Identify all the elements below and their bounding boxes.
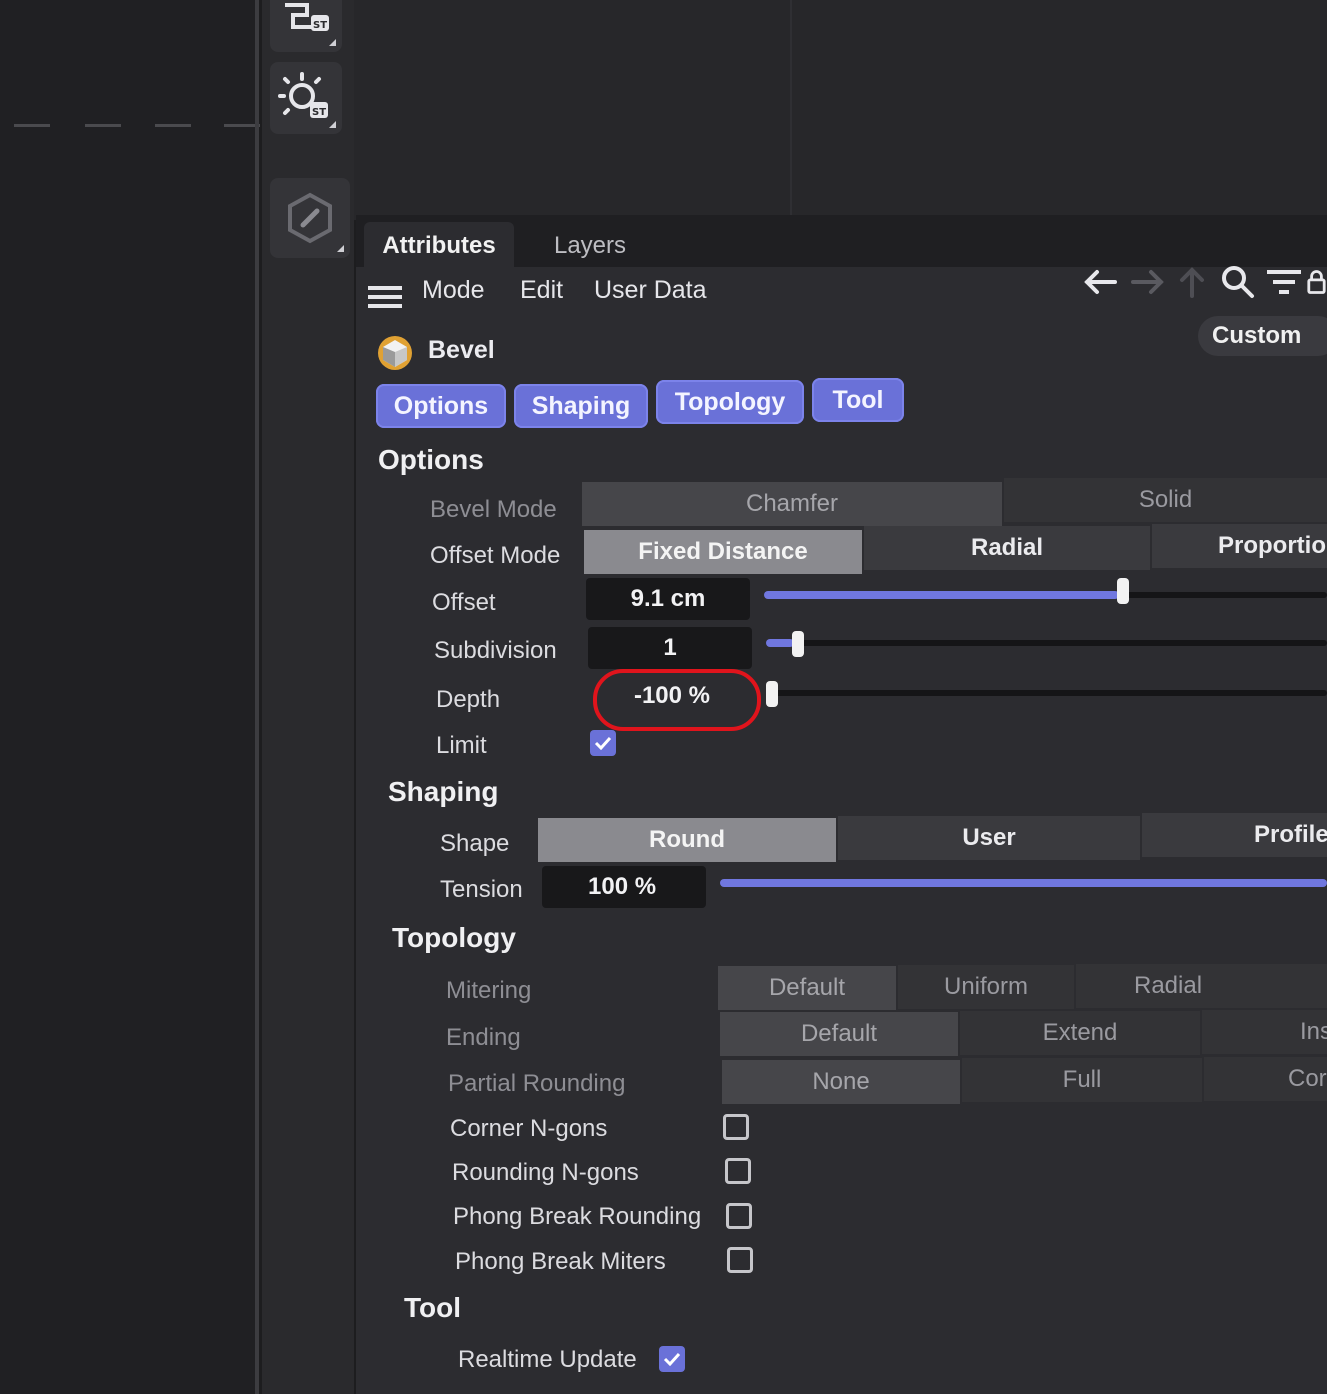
edit-tool-icon: [288, 192, 332, 244]
viewport[interactable]: [0, 0, 258, 1394]
offset-slider-knob[interactable]: [1117, 578, 1129, 604]
tab-attributes[interactable]: Attributes: [364, 222, 514, 270]
rounding-ngons-label: Rounding N-gons: [452, 1159, 639, 1186]
partial-rounding-label: Partial Rounding: [448, 1070, 626, 1097]
phong-break-miters-label: Phong Break Miters: [455, 1248, 666, 1275]
depth-field[interactable]: -100 %: [604, 676, 740, 716]
chip-options[interactable]: Options: [376, 384, 506, 428]
ending-extend[interactable]: Extend: [960, 1011, 1200, 1055]
bevel-mode-label: Bevel Mode: [430, 496, 557, 523]
realtime-update-label: Realtime Update: [458, 1346, 637, 1373]
subdivision-label: Subdivision: [434, 637, 557, 664]
corner-ngons-checkbox[interactable]: [723, 1114, 749, 1140]
phong-break-miters-checkbox[interactable]: [727, 1247, 753, 1273]
mitering-radial[interactable]: Radial: [1076, 964, 1327, 1008]
menu-user-data[interactable]: User Data: [594, 276, 707, 305]
chip-shaping[interactable]: Shaping: [514, 384, 648, 428]
chip-tool[interactable]: Tool: [812, 378, 904, 422]
search-icon[interactable]: [1218, 262, 1258, 302]
hamburger-menu-icon[interactable]: [368, 284, 402, 315]
tension-field[interactable]: 100 %: [542, 866, 706, 908]
ending-inset[interactable]: Ins: [1202, 1010, 1327, 1054]
offset-mode-proportional[interactable]: Proportio: [1152, 524, 1327, 568]
bevel-object-icon: [376, 334, 414, 372]
grid-dash: [85, 124, 121, 127]
menu-mode[interactable]: Mode: [422, 276, 485, 305]
shape-round[interactable]: Round: [538, 818, 836, 862]
tension-label: Tension: [440, 876, 523, 903]
subdivision-slider-track[interactable]: [766, 640, 1327, 646]
section-topology: Topology: [392, 922, 516, 953]
light-st-icon: ST: [278, 72, 328, 118]
rounding-ngons-checkbox[interactable]: [725, 1158, 751, 1184]
grid-dash: [14, 124, 50, 127]
shape-label: Shape: [440, 830, 510, 857]
menu-edit[interactable]: Edit: [520, 276, 563, 305]
mitering-uniform[interactable]: Uniform: [898, 965, 1074, 1009]
phong-break-rounding-checkbox[interactable]: [726, 1203, 752, 1229]
depth-slider-knob[interactable]: [766, 681, 778, 707]
viewport-top: [354, 0, 1327, 220]
offset-field[interactable]: 9.1 cm: [586, 578, 750, 620]
bevel-mode-chamfer[interactable]: Chamfer: [582, 482, 1002, 526]
forward-arrow-icon[interactable]: [1128, 262, 1168, 302]
chip-topology[interactable]: Topology: [656, 380, 804, 424]
tension-slider-fill: [720, 879, 1327, 887]
depth-label: Depth: [436, 686, 501, 713]
offset-slider-fill: [764, 591, 1119, 599]
ending-label: Ending: [446, 1024, 521, 1051]
section-shaping: Shaping: [388, 776, 499, 807]
realtime-update-checkbox[interactable]: [659, 1346, 685, 1372]
depth-slider-track[interactable]: [768, 690, 1327, 696]
mitering-default[interactable]: Default: [718, 966, 896, 1010]
checkmark-icon: [663, 1352, 681, 1366]
shape-profile[interactable]: Profile: [1142, 813, 1327, 857]
up-arrow-icon[interactable]: [1172, 262, 1212, 302]
edit-tool-button[interactable]: [270, 178, 350, 258]
bevel-mode-solid[interactable]: Solid: [1004, 478, 1327, 522]
camera-st-button[interactable]: ST: [270, 0, 342, 52]
limit-label: Limit: [436, 732, 487, 759]
camera-st-icon: ST: [285, 3, 329, 31]
filter-icon[interactable]: [1264, 262, 1304, 302]
section-options: Options: [378, 444, 484, 475]
subdivision-slider-fill: [766, 639, 794, 647]
offset-mode-fixed-distance[interactable]: Fixed Distance: [584, 530, 862, 574]
partial-rounding-none[interactable]: None: [722, 1060, 960, 1104]
partial-rounding-corner[interactable]: Cor: [1204, 1057, 1327, 1101]
phong-break-rounding-label: Phong Break Rounding: [453, 1203, 702, 1230]
limit-checkbox[interactable]: [590, 730, 616, 756]
subdivision-slider-knob[interactable]: [792, 631, 804, 657]
offset-label: Offset: [432, 589, 496, 616]
lock-icon[interactable]: [1306, 262, 1327, 302]
object-name: Bevel: [428, 336, 495, 364]
offset-mode-label: Offset Mode: [430, 542, 561, 569]
tab-layers[interactable]: Layers: [530, 222, 650, 270]
viewport-border: [255, 0, 259, 1394]
mitering-label: Mitering: [446, 977, 532, 1004]
checkmark-icon: [594, 736, 612, 750]
grid-dash: [155, 124, 191, 127]
corner-ngons-label: Corner N-gons: [450, 1115, 608, 1142]
section-tool: Tool: [404, 1292, 462, 1323]
shape-user[interactable]: User: [838, 816, 1140, 860]
partial-rounding-full[interactable]: Full: [962, 1058, 1202, 1102]
back-arrow-icon[interactable]: [1080, 262, 1120, 302]
light-st-button[interactable]: ST: [270, 62, 342, 134]
ending-default[interactable]: Default: [720, 1012, 958, 1056]
offset-mode-radial[interactable]: Radial: [864, 526, 1150, 570]
svg-text:ST: ST: [312, 107, 326, 118]
subdivision-field[interactable]: 1: [588, 627, 752, 669]
custom-layout-button[interactable]: Custom: [1198, 316, 1327, 356]
svg-text:ST: ST: [313, 20, 327, 31]
